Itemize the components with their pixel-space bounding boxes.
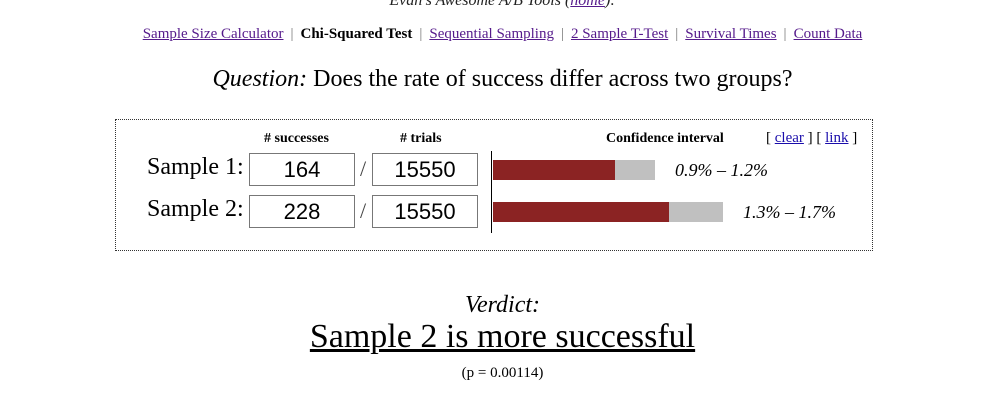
nav-separator: |	[419, 26, 423, 42]
question-text: Does the rate of success differ across t…	[313, 66, 793, 92]
sample-2-trials-input[interactable]	[372, 195, 478, 228]
sample-1-label: Sample 1:	[147, 154, 244, 180]
panel-links: [ clear ] [ link ]	[766, 130, 858, 146]
nav-survival-times[interactable]: Survival Times	[685, 26, 776, 42]
nav-separator: |	[675, 26, 679, 42]
tool-nav: Sample Size Calculator | Chi-Squared Test |…	[0, 26, 1005, 43]
share-link[interactable]: link	[825, 130, 848, 146]
verdict-label: Verdict:	[464, 292, 541, 318]
nav-chi-squared-test: Chi-Squared Test	[300, 26, 413, 42]
nav-2-sample-t-test[interactable]: 2 Sample T-Test	[571, 26, 668, 42]
successes-column-header: # successes	[264, 131, 329, 146]
nav-separator: |	[783, 26, 787, 42]
sample-2-interval-fill	[493, 202, 669, 222]
question-prefix: Question:	[212, 66, 308, 92]
sample-1-interval-fill	[493, 160, 615, 180]
clear-link[interactable]: clear	[775, 130, 804, 146]
sample-1-successes-input[interactable]	[249, 153, 355, 186]
input-panel: # successes # trials Confidence interval…	[115, 119, 873, 251]
nav-separator: |	[290, 26, 294, 42]
interval-axis	[491, 151, 492, 233]
sample-2-interval-bar	[493, 202, 723, 222]
p-value: (p = 0.00114)	[461, 365, 544, 381]
nav-sample-size-calculator[interactable]: Sample Size Calculator	[143, 26, 284, 42]
nav-separator: |	[560, 26, 564, 42]
sample-1-interval-text: 0.9% – 1.2%	[675, 160, 768, 180]
nav-sequential-sampling[interactable]: Sequential Sampling	[429, 26, 554, 42]
page-title: Evan's Awesome A/B Tools (home):	[0, 0, 1005, 10]
sample-2-successes-input[interactable]	[249, 195, 355, 228]
slash-divider: /	[360, 156, 367, 181]
sample-2-label: Sample 2:	[147, 196, 244, 222]
home-link[interactable]: home	[570, 0, 605, 9]
question: Question: Does the rate of success diffe…	[0, 66, 1005, 93]
verdict-text: Sample 2 is more successful	[309, 318, 696, 355]
sample-1-interval-bar	[493, 160, 655, 180]
slash-divider: /	[360, 198, 367, 223]
confidence-interval-header: Confidence interval	[606, 131, 724, 146]
nav-count-data[interactable]: Count Data	[794, 26, 863, 42]
page-title-text: Evan's Awesome A/B Tools	[389, 0, 561, 9]
sample-2-interval-text: 1.3% – 1.7%	[743, 202, 836, 222]
sample-1-trials-input[interactable]	[372, 153, 478, 186]
trials-column-header: # trials	[400, 131, 442, 146]
